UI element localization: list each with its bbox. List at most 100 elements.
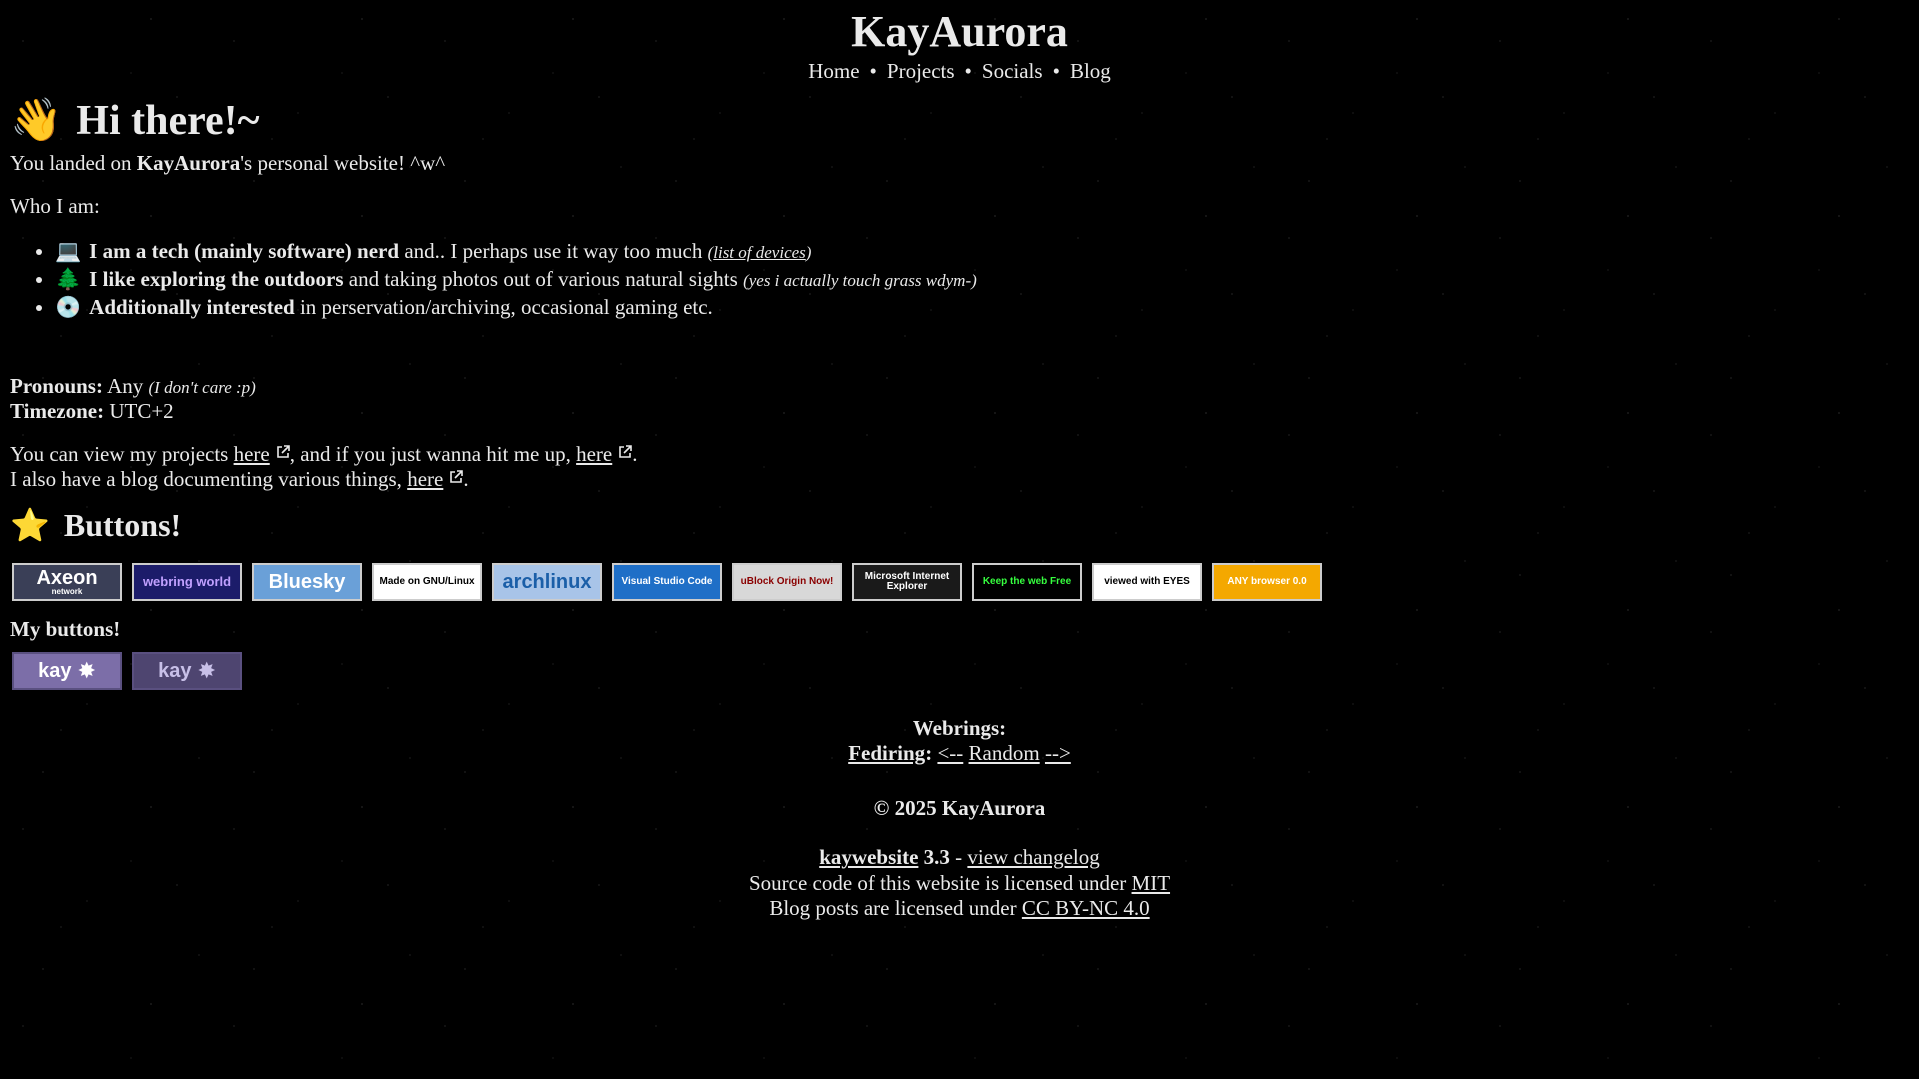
nav-socials[interactable]: Socials bbox=[982, 59, 1043, 83]
badge-label: Axeon bbox=[36, 566, 98, 589]
badge-keep-web-free[interactable]: Keep the web Free bbox=[972, 562, 1082, 601]
source-license-line: Source code of this website is licensed … bbox=[0, 871, 1919, 896]
item-bold: Additionally interested bbox=[89, 295, 295, 320]
my-badge-row: kay ✸ kay ✸ bbox=[12, 651, 1919, 690]
projects-pre: You can view my projects bbox=[10, 441, 234, 466]
badge-row: Axeon network webring world Bluesky Made on … bbox=[12, 562, 1919, 601]
badge-label: ANY browser 0.0 bbox=[1227, 575, 1307, 587]
kaywebsite-link[interactable]: kaywebsite bbox=[819, 845, 918, 869]
buttons-heading-text: Buttons! bbox=[63, 507, 182, 544]
who-list: 💻 I am a tech (mainly software) nerd and.… bbox=[10, 239, 1919, 321]
nav-blog[interactable]: Blog bbox=[1070, 59, 1111, 83]
item-bold: I am a tech (mainly software) nerd bbox=[89, 238, 400, 263]
landed-pre: You landed on bbox=[10, 150, 137, 175]
item-text: in perservation/archiving, occasional ga… bbox=[294, 295, 713, 320]
badge-star-burst[interactable]: kay ✸ bbox=[12, 651, 122, 690]
waving-hand-icon: 👋 bbox=[10, 98, 63, 145]
projects-line: You can view my projects here, and if yo… bbox=[10, 442, 1919, 467]
blog-license-pre: Blog posts are licensed under bbox=[769, 895, 1022, 920]
landed-text: You landed on KayAurora's personal websi… bbox=[10, 151, 1919, 176]
badge-label: kay bbox=[38, 659, 72, 682]
source-license-pre: Source code of this website is licensed … bbox=[748, 870, 1132, 895]
item-aside: (yes i actually touch grass wdym-) bbox=[743, 271, 977, 291]
external-link-icon bbox=[276, 445, 290, 458]
main-nav: Home • Projects • Socials • Blog bbox=[0, 59, 1919, 84]
fediring-link[interactable]: Fediring bbox=[848, 741, 925, 765]
list-item: 💿 Additionally interested in perservation… bbox=[55, 295, 1919, 320]
timezone-value: UTC+2 bbox=[104, 398, 174, 423]
contact-here-link[interactable]: here bbox=[576, 442, 612, 466]
item-bold: I like exploring the outdoors bbox=[89, 267, 344, 292]
badge-tux-penguin[interactable]: Made on GNU/Linux bbox=[372, 562, 482, 601]
badge-eyes[interactable]: viewed with EYES bbox=[1092, 562, 1202, 601]
badge-checkmark[interactable]: ANY browser 0.0 bbox=[1212, 562, 1322, 601]
fediring-colon: : bbox=[925, 741, 933, 766]
mit-license-link[interactable]: MIT bbox=[1132, 871, 1171, 895]
contact-mid: , and if you just wanna hit me up, bbox=[289, 441, 577, 466]
intro-heading: 👋 Hi there!~ bbox=[10, 98, 1919, 144]
buttons-heading: ⭐ Buttons! bbox=[10, 506, 1919, 544]
external-link-icon bbox=[450, 470, 464, 483]
nav-separator: • bbox=[964, 59, 972, 84]
badge-label: archlinux bbox=[502, 570, 592, 593]
landed-post: 's personal website! ^w^ bbox=[240, 150, 446, 175]
webring-prev-link[interactable]: <-- bbox=[937, 741, 963, 765]
badge-star-burst[interactable]: kay ✸ bbox=[132, 651, 242, 690]
badge-ublock-shield[interactable]: uBlock Origin Now! bbox=[732, 562, 842, 601]
badge-label: viewed with EYES bbox=[1104, 575, 1190, 587]
webring-random-link[interactable]: Random bbox=[969, 741, 1040, 765]
copyright: © 2025 KayAurora bbox=[873, 796, 1046, 821]
intro-heading-text: Hi there!~ bbox=[76, 98, 260, 145]
site-footer: Webrings: Fediring: <-- Random --> © 202… bbox=[0, 716, 1919, 921]
badge-label: uBlock Origin Now! bbox=[740, 575, 834, 587]
list-of-devices-link[interactable]: list of devices bbox=[713, 243, 806, 262]
list-item: 🌲 I like exploring the outdoors and takin… bbox=[55, 267, 1919, 292]
nav-separator: • bbox=[1052, 59, 1060, 84]
badge-vscode-logo[interactable]: Visual Studio Code bbox=[612, 562, 722, 601]
pronouns-line: Pronouns: Any (I don't care :p) bbox=[10, 374, 1919, 399]
star-burst-icon: ✸ bbox=[77, 657, 96, 683]
blog-here-link[interactable]: here bbox=[407, 467, 443, 491]
who-label: Who I am: bbox=[10, 193, 100, 218]
badge-sublabel: network bbox=[51, 586, 83, 596]
main-content: 👋 Hi there!~ You landed on KayAurora's p… bbox=[0, 98, 1919, 690]
badge-webring-world[interactable]: webring world bbox=[132, 562, 242, 601]
badge-axeon-logo[interactable]: Axeon network bbox=[12, 562, 122, 601]
version-number: 3.3 bbox=[918, 845, 950, 870]
badge-label: Keep the web Free bbox=[982, 575, 1072, 587]
landed-name: KayAurora bbox=[136, 150, 241, 175]
star-icon: ⭐ bbox=[10, 507, 50, 544]
fediring-line: Fediring: <-- Random --> bbox=[0, 741, 1919, 766]
badge-label: Visual Studio Code bbox=[621, 575, 713, 587]
period: . bbox=[632, 441, 638, 466]
star-burst-icon: ✸ bbox=[197, 657, 216, 683]
pronouns-note: (I don't care :p) bbox=[148, 377, 256, 397]
badge-arch-logo[interactable]: archlinux bbox=[492, 562, 602, 601]
badge-label: Microsoft Internet Explorer bbox=[864, 570, 950, 592]
badge-label: kay bbox=[158, 659, 192, 682]
period: . bbox=[463, 467, 469, 492]
disc-icon: 💿 bbox=[55, 295, 82, 320]
projects-here-link[interactable]: here bbox=[234, 442, 270, 466]
tree-icon: 🌲 bbox=[55, 267, 82, 292]
pronouns-label: Pronouns: bbox=[10, 373, 103, 398]
site-title: KayAurora bbox=[851, 7, 1068, 56]
nav-projects[interactable]: Projects bbox=[887, 59, 955, 83]
external-link-icon bbox=[619, 445, 633, 458]
dash: - bbox=[949, 845, 968, 870]
item-text: and.. I perhaps use it way too much bbox=[399, 238, 708, 263]
list-item: 💻 I am a tech (mainly software) nerd and.… bbox=[55, 239, 1919, 264]
nav-home[interactable]: Home bbox=[808, 59, 859, 83]
nav-separator: • bbox=[869, 59, 877, 84]
cc-license-link[interactable]: CC BY-NC 4.0 bbox=[1022, 896, 1150, 920]
badge-label: webring world bbox=[142, 574, 232, 590]
webring-next-link[interactable]: --> bbox=[1045, 741, 1071, 765]
blog-line: I also have a blog documenting various t… bbox=[10, 467, 1919, 492]
my-buttons-title: My buttons! bbox=[10, 616, 121, 641]
badge-ie-logo[interactable]: Microsoft Internet Explorer bbox=[852, 562, 962, 601]
changelog-link[interactable]: view changelog bbox=[967, 845, 1099, 869]
pronouns-value: Any bbox=[102, 373, 149, 398]
badge-bluesky-butterfly[interactable]: Bluesky bbox=[252, 562, 362, 601]
site-header: KayAurora Home • Projects • Socials • Blog bbox=[0, 0, 1919, 84]
version-line: kaywebsite 3.3 - view changelog bbox=[0, 845, 1919, 870]
